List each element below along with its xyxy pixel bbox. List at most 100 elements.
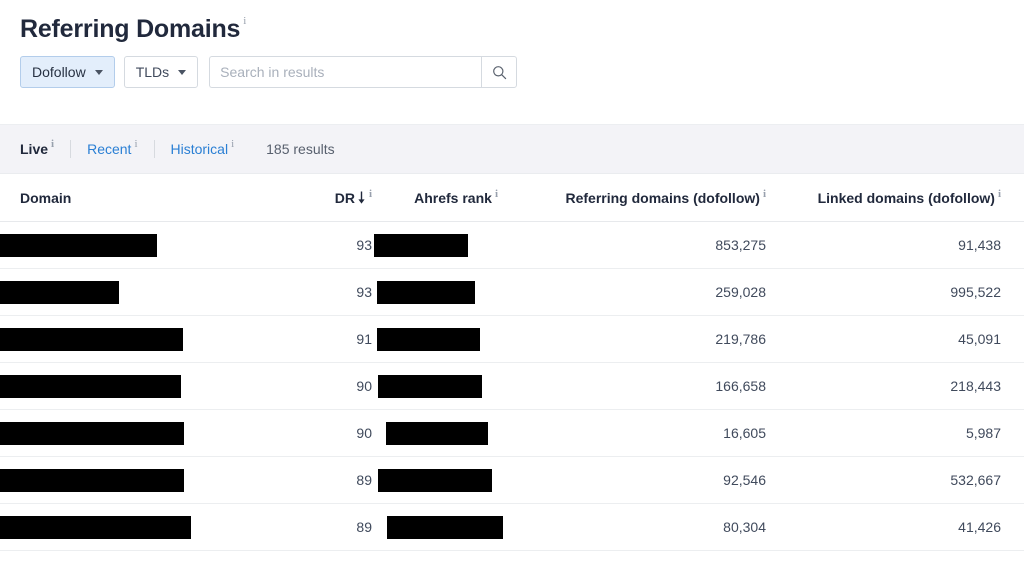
tab-recent-label: Recent <box>87 140 131 158</box>
tab-recent[interactable]: Recenti <box>87 140 137 158</box>
redacted-ahrefs-wrap <box>372 516 498 539</box>
cell-domain[interactable] <box>0 269 300 316</box>
redacted-ahrefs-rank-bar <box>377 328 480 351</box>
cell-dr: 90 <box>300 363 372 410</box>
tab-separator <box>70 140 71 158</box>
cell-referring-domains: 80,304 <box>504 504 766 551</box>
cell-ahrefs-rank <box>372 222 504 269</box>
cell-linked-domains: 5,987 <box>766 410 1024 457</box>
tlds-filter-button[interactable]: TLDs <box>124 56 198 88</box>
referring-domains-table: Domain DR i Ahrefs rank <box>0 174 1024 551</box>
search-button[interactable] <box>481 56 517 88</box>
table-row[interactable]: 93 853,27591,438 <box>0 222 1024 269</box>
search-input[interactable] <box>209 56 481 88</box>
column-header-referring-domains[interactable]: Referring domains (dofollow) i <box>504 174 766 222</box>
tlds-filter-label: TLDs <box>136 64 169 80</box>
column-header-linked-domains-label: Linked domains (dofollow) <box>818 190 995 207</box>
redacted-ahrefs-rank-bar <box>377 281 475 304</box>
page-title: Referring Domains <box>20 14 240 44</box>
redacted-ahrefs-rank-bar <box>374 234 468 257</box>
redacted-ahrefs-rank-bar <box>387 516 503 539</box>
tab-historical[interactable]: Historicali <box>171 140 235 158</box>
dofollow-filter-button[interactable]: Dofollow <box>20 56 115 88</box>
cell-linked-domains: 91,438 <box>766 222 1024 269</box>
column-header-domain[interactable]: Domain <box>0 174 300 222</box>
cell-domain[interactable] <box>0 504 300 551</box>
redacted-ahrefs-wrap <box>372 469 498 492</box>
column-header-linked-domains[interactable]: Linked domains (dofollow) i <box>766 174 1024 222</box>
column-header-dr[interactable]: DR i <box>300 174 372 222</box>
table-row[interactable]: 89 80,30441,426 <box>0 504 1024 551</box>
redacted-domain-bar <box>0 375 181 398</box>
cell-referring-domains: 92,546 <box>504 457 766 504</box>
cell-referring-domains: 16,605 <box>504 410 766 457</box>
tab-historical-info-icon[interactable]: i <box>231 139 234 150</box>
sort-descending-icon <box>357 191 366 204</box>
cell-referring-domains: 853,275 <box>504 222 766 269</box>
cell-domain[interactable] <box>0 410 300 457</box>
redacted-domain-bar <box>0 328 183 351</box>
cell-ahrefs-rank <box>372 363 504 410</box>
table-header: Domain DR i Ahrefs rank <box>0 174 1024 222</box>
cell-linked-domains: 218,443 <box>766 363 1024 410</box>
page-header: Referring Domainsi <box>0 0 1024 48</box>
column-header-dr-info-icon[interactable]: i <box>369 189 372 200</box>
redacted-domain-bar <box>0 234 157 257</box>
table-row[interactable]: 90 16,6055,987 <box>0 410 1024 457</box>
cell-domain[interactable] <box>0 316 300 363</box>
redacted-domain-bar <box>0 469 184 492</box>
cell-dr: 93 <box>300 222 372 269</box>
table-body: 93 853,27591,43893259,028995,52291 219,786… <box>0 222 1024 551</box>
cell-domain[interactable] <box>0 363 300 410</box>
redacted-ahrefs-wrap <box>372 281 498 304</box>
cell-domain[interactable] <box>0 457 300 504</box>
chevron-down-icon <box>95 70 103 75</box>
redacted-ahrefs-wrap <box>372 375 498 398</box>
redacted-ahrefs-wrap <box>372 328 498 351</box>
table-row[interactable]: 91 219,78645,091 <box>0 316 1024 363</box>
cell-linked-domains: 41,426 <box>766 504 1024 551</box>
dofollow-filter-label: Dofollow <box>32 64 86 80</box>
cell-referring-domains: 166,658 <box>504 363 766 410</box>
cell-ahrefs-rank <box>372 504 504 551</box>
redacted-domain-bar <box>0 281 119 304</box>
table-row[interactable]: 89 92,546532,667 <box>0 457 1024 504</box>
tab-live-info-icon[interactable]: i <box>51 139 54 150</box>
cell-dr: 89 <box>300 504 372 551</box>
cell-linked-domains: 45,091 <box>766 316 1024 363</box>
column-header-domain-label: Domain <box>20 190 71 207</box>
redacted-ahrefs-wrap <box>372 422 498 445</box>
cell-linked-domains: 532,667 <box>766 457 1024 504</box>
column-header-referring-domains-label: Referring domains (dofollow) <box>565 190 759 207</box>
cell-ahrefs-rank <box>372 457 504 504</box>
column-header-dr-label: DR <box>335 190 355 207</box>
tab-separator <box>154 140 155 158</box>
cell-dr: 89 <box>300 457 372 504</box>
column-header-ahrefs-rank-label: Ahrefs rank <box>414 190 492 207</box>
cell-ahrefs-rank <box>372 410 504 457</box>
cell-dr: 90 <box>300 410 372 457</box>
redacted-ahrefs-rank-bar <box>378 375 482 398</box>
cell-domain[interactable] <box>0 222 300 269</box>
column-header-ahrefs-rank-info-icon[interactable]: i <box>495 189 498 200</box>
search-group <box>209 56 517 88</box>
cell-referring-domains: 219,786 <box>504 316 766 363</box>
table-row[interactable]: 93259,028995,522 <box>0 269 1024 316</box>
referring-domains-page: Referring Domainsi Dofollow TLDs Livei <box>0 0 1024 564</box>
cell-dr: 93 <box>300 269 372 316</box>
redacted-domain-bar <box>0 516 191 539</box>
tab-recent-info-icon[interactable]: i <box>134 139 137 150</box>
search-icon <box>492 65 507 80</box>
redacted-ahrefs-rank-bar <box>386 422 488 445</box>
tab-live-label: Live <box>20 140 48 158</box>
cell-ahrefs-rank <box>372 316 504 363</box>
cell-dr: 91 <box>300 316 372 363</box>
table-header-row: Domain DR i Ahrefs rank <box>0 174 1024 222</box>
column-header-linked-domains-info-icon[interactable]: i <box>998 189 1001 200</box>
page-title-info-icon[interactable]: i <box>243 16 246 27</box>
tab-live[interactable]: Livei <box>20 140 54 158</box>
column-header-referring-domains-info-icon[interactable]: i <box>763 189 766 200</box>
redacted-ahrefs-rank-bar <box>378 469 492 492</box>
column-header-ahrefs-rank[interactable]: Ahrefs rank i <box>372 174 504 222</box>
table-row[interactable]: 90 166,658218,443 <box>0 363 1024 410</box>
